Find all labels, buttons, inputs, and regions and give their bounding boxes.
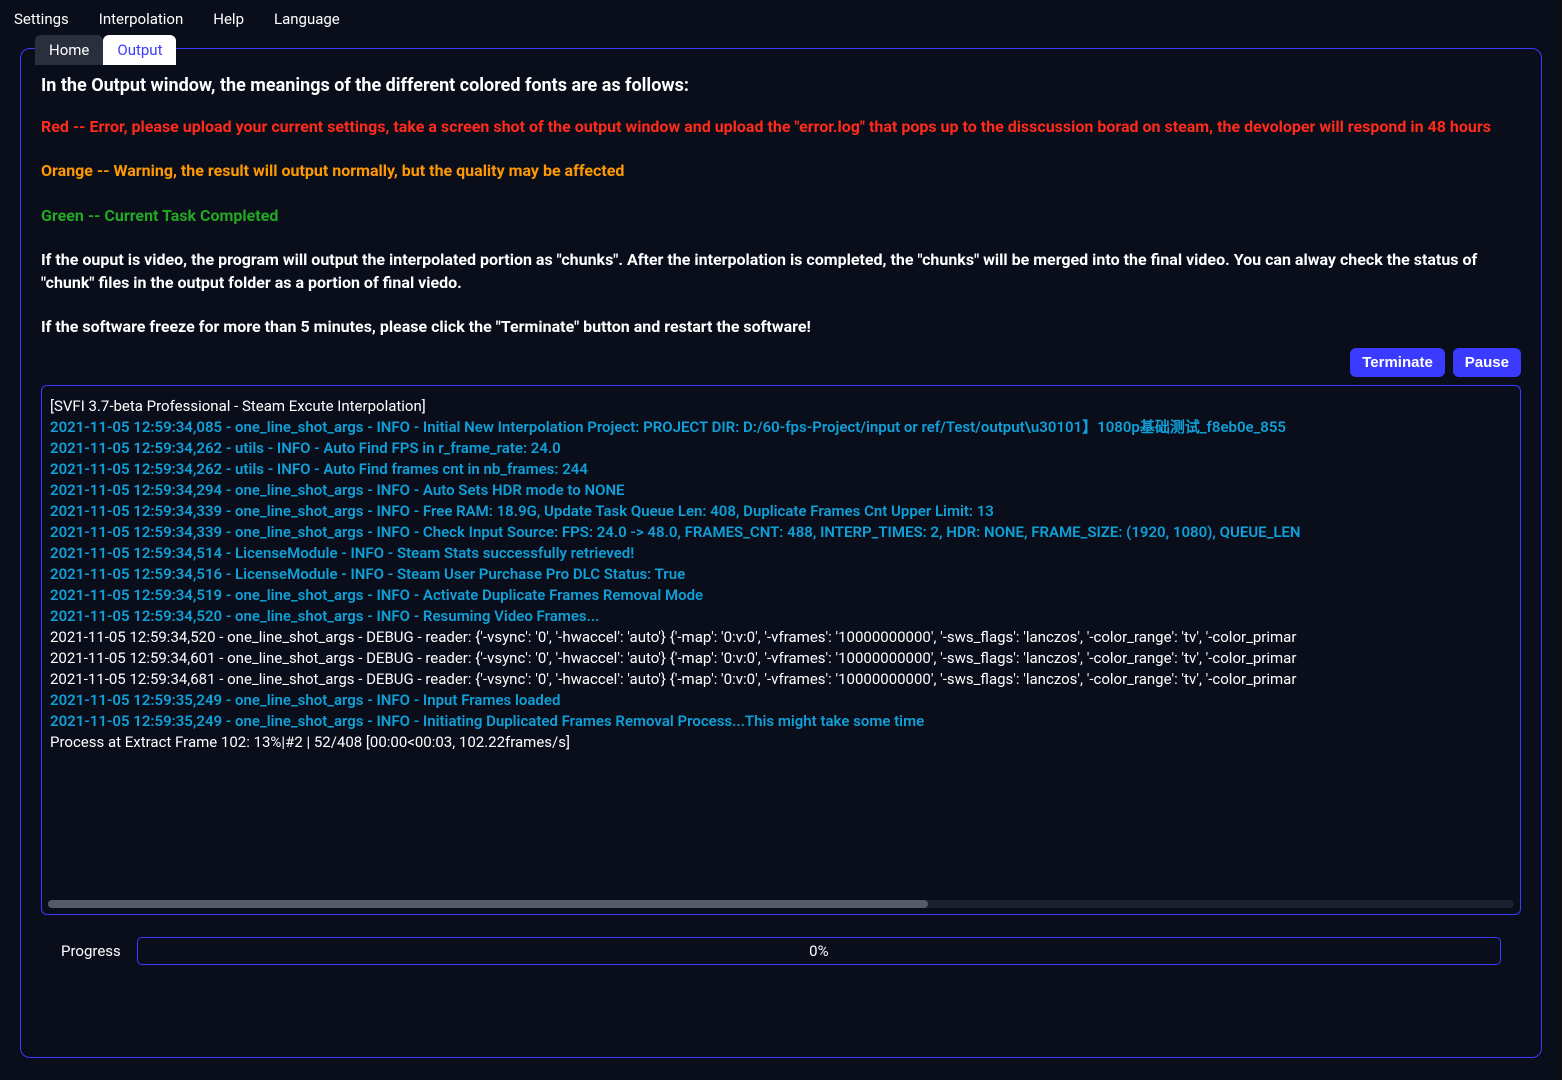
log-line: 2021-11-05 12:59:34,262 - utils - INFO -… (50, 438, 1512, 459)
log-line: Process at Extract Frame 102: 13%|#2 | 5… (50, 732, 1512, 753)
explain-freeze: If the software freeze for more than 5 m… (41, 316, 1521, 338)
log-line: 2021-11-05 12:59:34,520 - one_line_shot_… (50, 627, 1512, 648)
progress-bar: 0% (137, 937, 1501, 965)
log-line: 2021-11-05 12:59:34,681 - one_line_shot_… (50, 669, 1512, 690)
log-line: 2021-11-05 12:59:34,294 - one_line_shot_… (50, 480, 1512, 501)
log-line: 2021-11-05 12:59:35,249 - one_line_shot_… (50, 711, 1512, 732)
log-line: 2021-11-05 12:59:34,520 - one_line_shot_… (50, 606, 1512, 627)
log-box[interactable]: [SVFI 3.7-beta Professional - Steam Excu… (41, 385, 1521, 915)
tabs: Home Output (35, 35, 176, 65)
log-line: 2021-11-05 12:59:34,262 - utils - INFO -… (50, 459, 1512, 480)
progress-value: 0% (809, 942, 828, 960)
menu-interpolation[interactable]: Interpolation (99, 10, 184, 28)
log-line: 2021-11-05 12:59:34,519 - one_line_shot_… (50, 585, 1512, 606)
log-line: 2021-11-05 12:59:34,516 - LicenseModule … (50, 564, 1512, 585)
terminate-button[interactable]: Terminate (1350, 348, 1445, 377)
explain-orange: Orange -- Warning, the result will outpu… (41, 160, 1521, 182)
progress-label: Progress (61, 942, 121, 960)
log-inner: [SVFI 3.7-beta Professional - Steam Excu… (50, 396, 1512, 753)
log-line: 2021-11-05 12:59:35,249 - one_line_shot_… (50, 690, 1512, 711)
content: In the Output window, the meanings of th… (21, 49, 1541, 985)
horizontal-scrollbar[interactable] (48, 900, 1514, 908)
menubar: Settings Interpolation Help Language (0, 0, 1562, 38)
explain-red: Red -- Error, please upload your current… (41, 116, 1521, 138)
tab-home[interactable]: Home (35, 35, 103, 65)
main-frame: Home Output In the Output window, the me… (20, 48, 1542, 1058)
scrollbar-thumb[interactable] (48, 900, 928, 908)
page-title: In the Output window, the meanings of th… (41, 75, 1521, 96)
menu-help[interactable]: Help (213, 10, 244, 28)
menu-settings[interactable]: Settings (14, 10, 69, 28)
log-line: 2021-11-05 12:59:34,339 - one_line_shot_… (50, 522, 1512, 543)
explain-chunks: If the ouput is video, the program will … (41, 249, 1521, 294)
explain-green: Green -- Current Task Completed (41, 205, 1521, 227)
tab-output[interactable]: Output (103, 35, 176, 65)
log-line: [SVFI 3.7-beta Professional - Steam Excu… (50, 396, 1512, 417)
pause-button[interactable]: Pause (1453, 348, 1521, 377)
log-line: 2021-11-05 12:59:34,514 - LicenseModule … (50, 543, 1512, 564)
action-row: Terminate Pause (41, 348, 1521, 377)
menu-language[interactable]: Language (274, 10, 340, 28)
progress-row: Progress 0% (41, 937, 1521, 965)
log-line: 2021-11-05 12:59:34,601 - one_line_shot_… (50, 648, 1512, 669)
log-line: 2021-11-05 12:59:34,085 - one_line_shot_… (50, 417, 1512, 438)
log-line: 2021-11-05 12:59:34,339 - one_line_shot_… (50, 501, 1512, 522)
